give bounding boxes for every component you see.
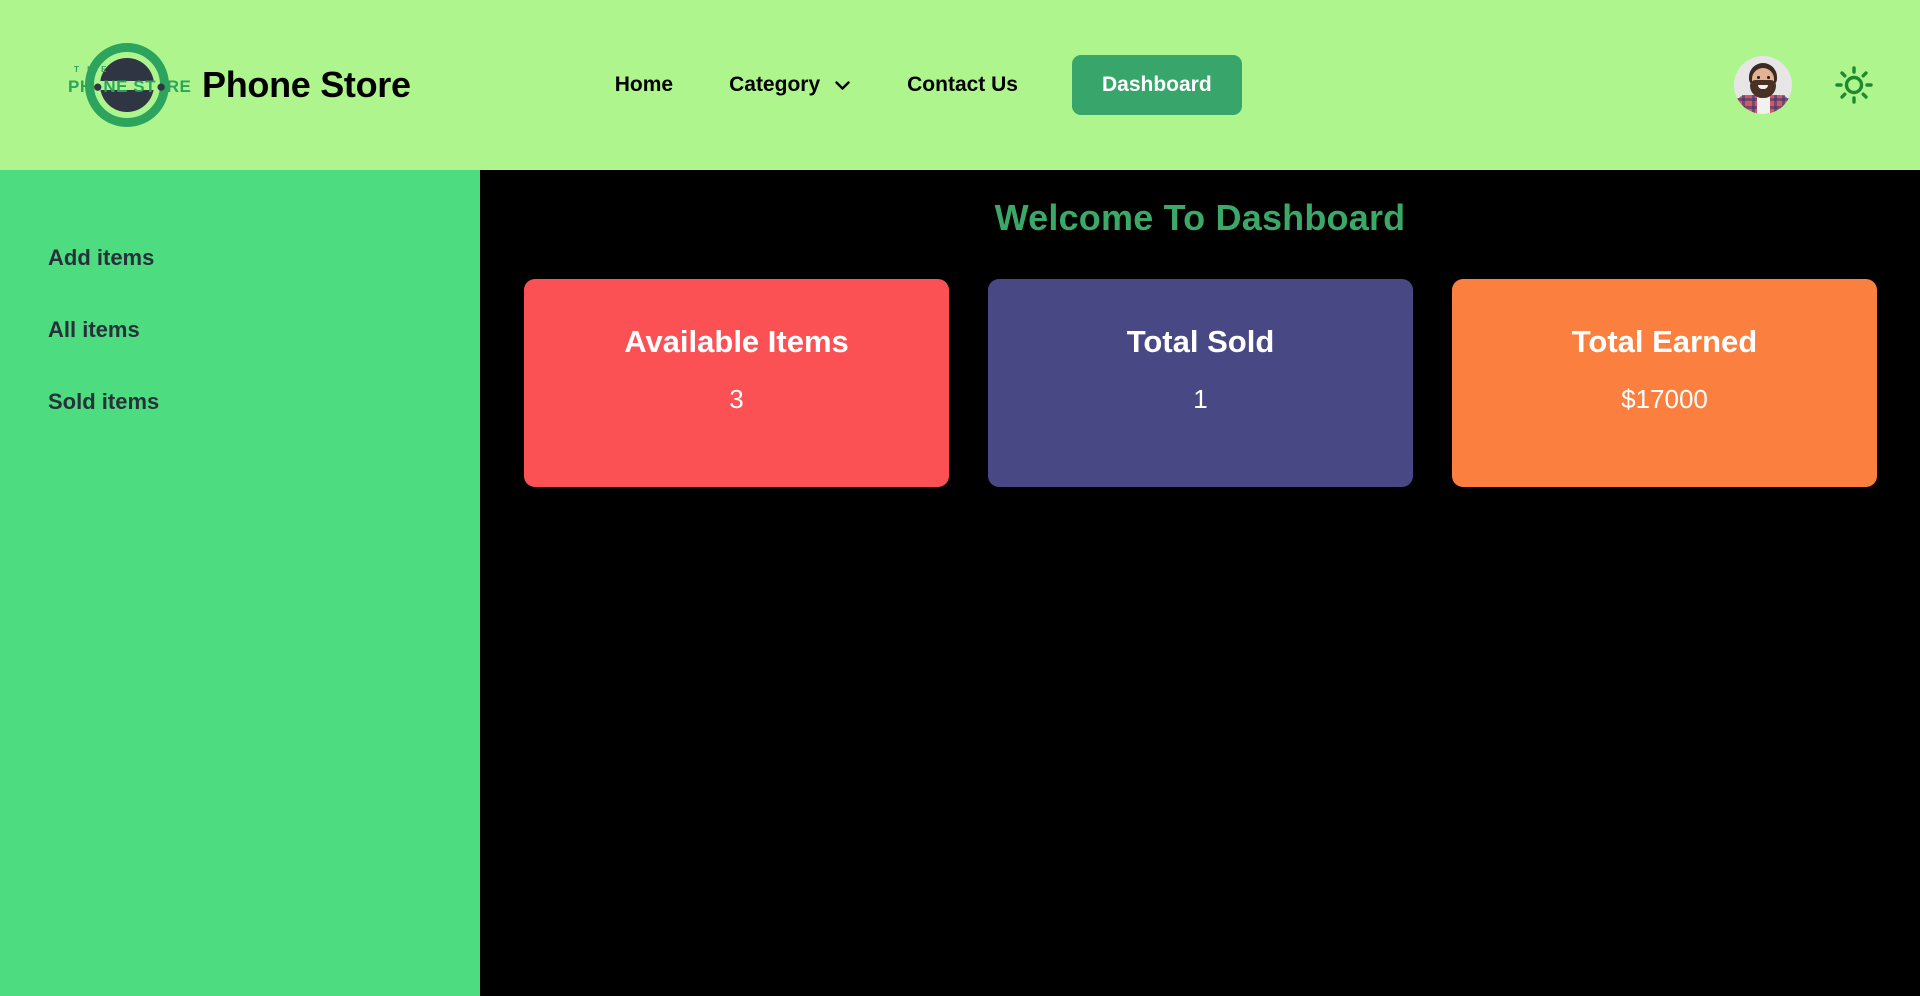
stat-card-total-earned[interactable]: Total Earned $17000 <box>1452 279 1877 487</box>
avatar-plaid-line <box>1782 95 1785 114</box>
logo-word-dot-2: ● <box>155 77 167 96</box>
stat-cards-row: Available Items 3 Total Sold 1 Total Ear… <box>480 239 1920 487</box>
nav-contact-us-label: Contact Us <box>907 73 1018 96</box>
page-title: Welcome To Dashboard <box>994 197 1406 238</box>
brand-title: Phone Store <box>202 64 411 105</box>
logo-word-mid: NE ST <box>103 77 156 96</box>
nav-contact-us[interactable]: Contact Us <box>879 73 1046 97</box>
nav-category-label: Category <box>729 73 821 96</box>
avatar-plaid-line <box>1742 95 1745 114</box>
stat-card-title: Total Sold <box>1126 324 1275 359</box>
sidebar: Add items All items Sold items <box>0 170 480 996</box>
header-right-controls <box>1734 0 1874 170</box>
stat-card-value: 3 <box>729 384 744 414</box>
nav-home-label: Home <box>614 73 674 96</box>
primary-nav: Home Category Contact Us Dashboard <box>587 55 1242 115</box>
sidebar-item-add-items[interactable]: Add items <box>0 222 480 294</box>
chevron-down-icon <box>834 77 851 94</box>
avatar-eye <box>1757 76 1760 79</box>
sun-icon[interactable] <box>1834 65 1874 105</box>
dashboard-button[interactable]: Dashboard <box>1071 55 1242 115</box>
sidebar-item-label: All items <box>48 317 140 342</box>
brand[interactable]: T H E PH●NE ST●RE Phone Store <box>68 37 411 133</box>
nav-category[interactable]: Category <box>701 73 879 97</box>
stat-card-title: Available Items <box>624 324 849 359</box>
phone-store-logo-icon: T H E PH●NE ST●RE <box>68 37 191 133</box>
main-content: Welcome To Dashboard Available Items 3 T… <box>480 170 1920 996</box>
site-header: T H E PH●NE ST●RE Phone Store Home Categ… <box>0 0 1920 170</box>
avatar[interactable] <box>1734 56 1792 114</box>
logo-word-prefix: PH <box>68 77 93 96</box>
stat-card-available-items[interactable]: Available Items 3 <box>524 279 949 487</box>
avatar-eye <box>1767 76 1770 79</box>
logo-the-text: T H E <box>74 65 110 74</box>
sidebar-item-sold-items[interactable]: Sold items <box>0 366 480 438</box>
logo-wordmark: PH●NE ST●RE <box>68 77 191 97</box>
stat-card-value: $17000 <box>1621 384 1708 414</box>
sidebar-item-label: Add items <box>48 245 155 270</box>
stat-card-total-sold[interactable]: Total Sold 1 <box>988 279 1413 487</box>
logo-word-dot: ● <box>92 77 104 96</box>
stat-card-value: 1 <box>1193 384 1208 414</box>
logo-word-suffix: RE <box>166 77 192 96</box>
sidebar-item-label: Sold items <box>48 389 160 414</box>
stat-card-title: Total Earned <box>1571 324 1758 359</box>
avatar-plaid-line <box>1752 95 1755 114</box>
nav-home[interactable]: Home <box>587 73 701 97</box>
avatar-plaid-line <box>1774 95 1777 114</box>
sidebar-item-all-items[interactable]: All items <box>0 294 480 366</box>
